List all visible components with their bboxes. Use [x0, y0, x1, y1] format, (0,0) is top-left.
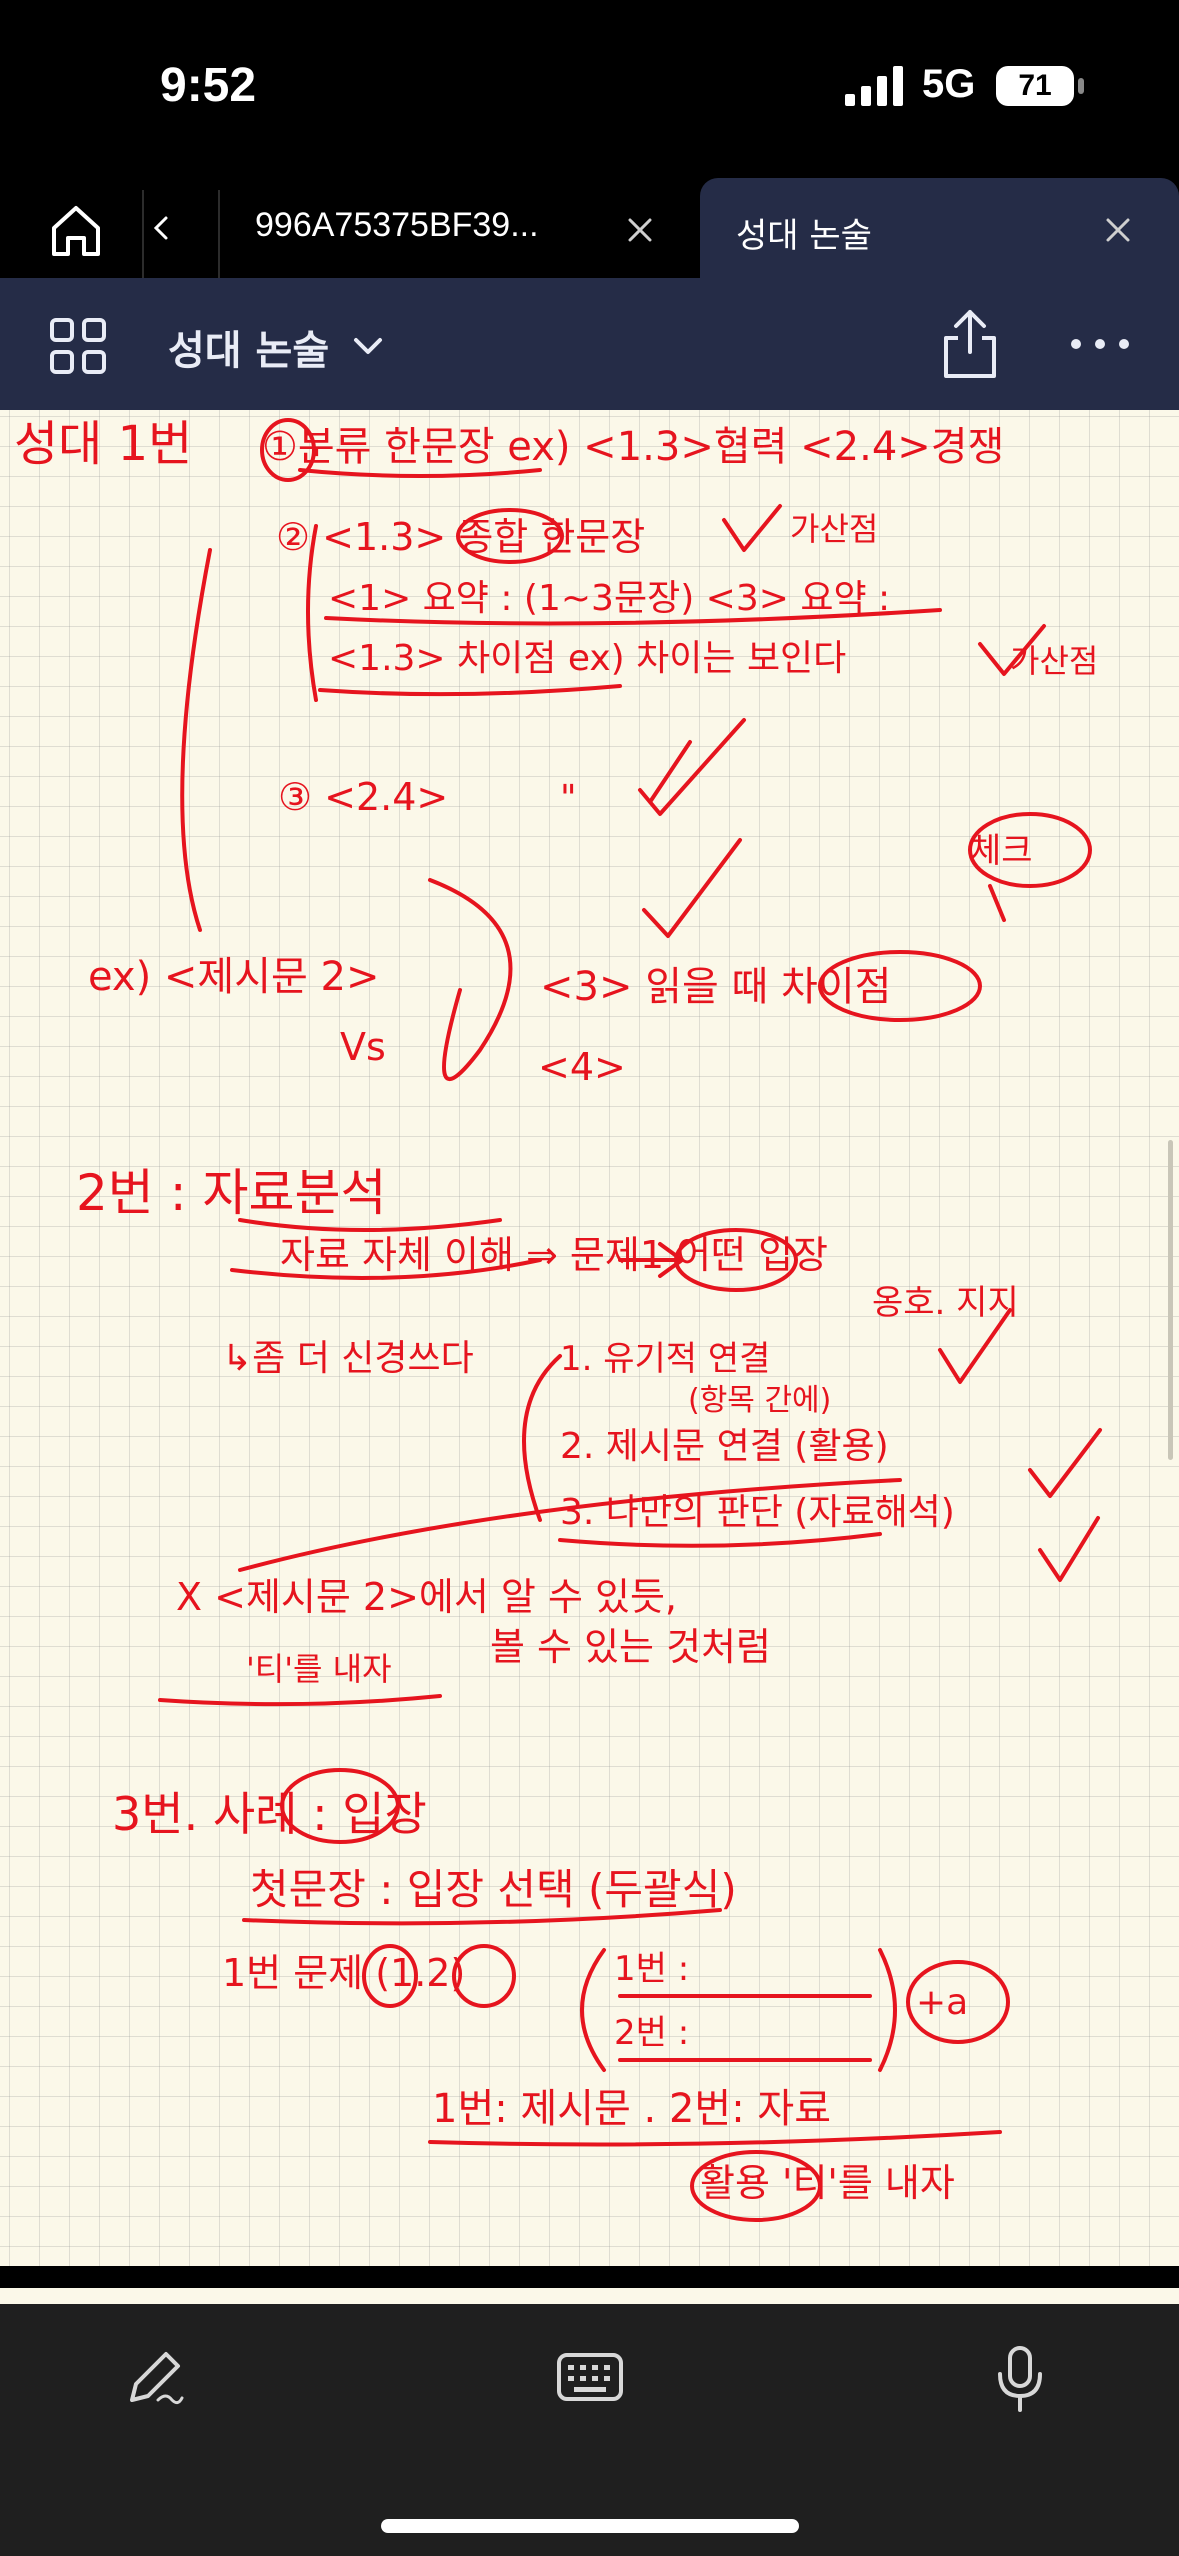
handwriting-text: 1번: 제시문 . 2번: 자료: [432, 2086, 831, 2132]
handwriting-text: 1번 문제 (1.2): [222, 1951, 465, 1995]
document-title[interactable]: 성대 논술: [168, 318, 329, 376]
handwriting-text: +a: [916, 1982, 968, 2023]
handwriting-text: 2번 : 자료분석: [76, 1164, 386, 1222]
handwriting-text: (항목 간에): [688, 1383, 831, 1418]
handwriting-text: ↳좀 더 신경쓰다: [222, 1338, 474, 1379]
tab-other-document[interactable]: 996A75375BF39...: [255, 206, 539, 245]
handwriting-text: 옹호. 지지: [872, 1283, 1019, 1323]
next-page-edge: [0, 2288, 1179, 2304]
tab-separator: [142, 190, 144, 278]
share-icon[interactable]: [938, 306, 1002, 382]
handwriting-text: 1번 :: [614, 1949, 689, 1989]
page-grid-icon[interactable]: [48, 316, 108, 376]
status-bar: 9:52 5G 71: [0, 0, 1179, 170]
handwriting-text: 첫문장 : 입장 선택 (두괄식): [250, 1865, 737, 1914]
handwriting-text: 활용 '티'를 내자: [700, 2161, 955, 2205]
tab-active-title: 성대 논술: [736, 216, 872, 256]
handwriting-text: ② <1.3> 종합 한문장: [276, 515, 645, 559]
handwriting-text: '티'를 내자: [246, 1650, 392, 1688]
handwriting-text: 볼 수 있는 것처럼: [490, 1625, 771, 1669]
status-time: 9:52: [160, 59, 257, 112]
chevron-down-icon[interactable]: [350, 328, 386, 364]
handwriting-text: 성대 1번: [14, 416, 192, 472]
handwriting-text: Vs: [340, 1025, 386, 1069]
tab-strip: 996A75375BF39... 성대 논술: [0, 170, 1179, 278]
handwriting-layer: 성대 1번 ①분류 한문장 ex) <1.3>협력 <2.4>경쟁 ② <1.3…: [14, 416, 1102, 2222]
cellular-signal-icon: [845, 66, 903, 106]
handwriting-text: 자료 자체 이해 ⇒ 문제1 어떤 입장: [280, 1233, 828, 1277]
close-icon[interactable]: [622, 212, 658, 248]
pen-icon[interactable]: [122, 2346, 186, 2410]
handwriting-text: ex) <제시문 2>: [88, 954, 380, 1000]
network-type: 5G: [922, 62, 976, 106]
chevron-left-icon[interactable]: [150, 212, 174, 244]
battery-level: 71: [1018, 69, 1052, 102]
handwriting-text: ③ <2.4>: [278, 775, 448, 819]
battery-icon: 71: [996, 66, 1074, 106]
tab-separator: [218, 190, 220, 278]
handwriting-text: ①분류 한문장 ex) <1.3>협력 <2.4>경쟁: [262, 424, 1004, 470]
home-indicator[interactable]: [381, 2519, 799, 2533]
handwriting-text: <1.3> 차이점 ex) 차이는 보인다: [328, 638, 846, 679]
tab-active-document[interactable]: 성대 논술: [700, 178, 1179, 278]
handwriting-text: 1. 유기적 연결: [560, 1339, 770, 1379]
handwriting-text: <4>: [538, 1045, 626, 1089]
keyboard-icon[interactable]: [556, 2352, 624, 2402]
handwriting-text: 체크: [970, 831, 1033, 871]
battery-nub: [1078, 78, 1084, 94]
home-icon[interactable]: [40, 200, 112, 260]
handwriting-text: 2. 제시문 연결 (활용): [560, 1426, 889, 1467]
document-toolbar: 성대 논술: [0, 278, 1179, 410]
note-page-canvas[interactable]: 성대 1번 ①분류 한문장 ex) <1.3>협력 <2.4>경쟁 ② <1.3…: [0, 410, 1179, 2266]
handwriting-text: <3> 읽을 때 차이점: [540, 964, 891, 1010]
scroll-indicator[interactable]: [1168, 1140, 1173, 1460]
handwriting-text: <1> 요약 : (1~3문장) <3> 요약 :: [328, 578, 890, 619]
handwriting-text: 가산점: [1010, 642, 1098, 680]
handwriting-text: ": [560, 778, 577, 819]
handwriting-text: 2번 :: [614, 2013, 689, 2053]
bottom-toolbar: [0, 2304, 1179, 2556]
microphone-icon[interactable]: [992, 2344, 1048, 2414]
close-icon[interactable]: [1100, 212, 1136, 248]
handwriting-text: 가산점: [790, 510, 878, 548]
more-options-icon[interactable]: [1068, 332, 1132, 356]
handwriting-text: X <제시문 2>에서 알 수 있듯,: [176, 1575, 677, 1619]
handwriting-text: 3. 나만의 판단 (자료해석): [560, 1492, 955, 1533]
